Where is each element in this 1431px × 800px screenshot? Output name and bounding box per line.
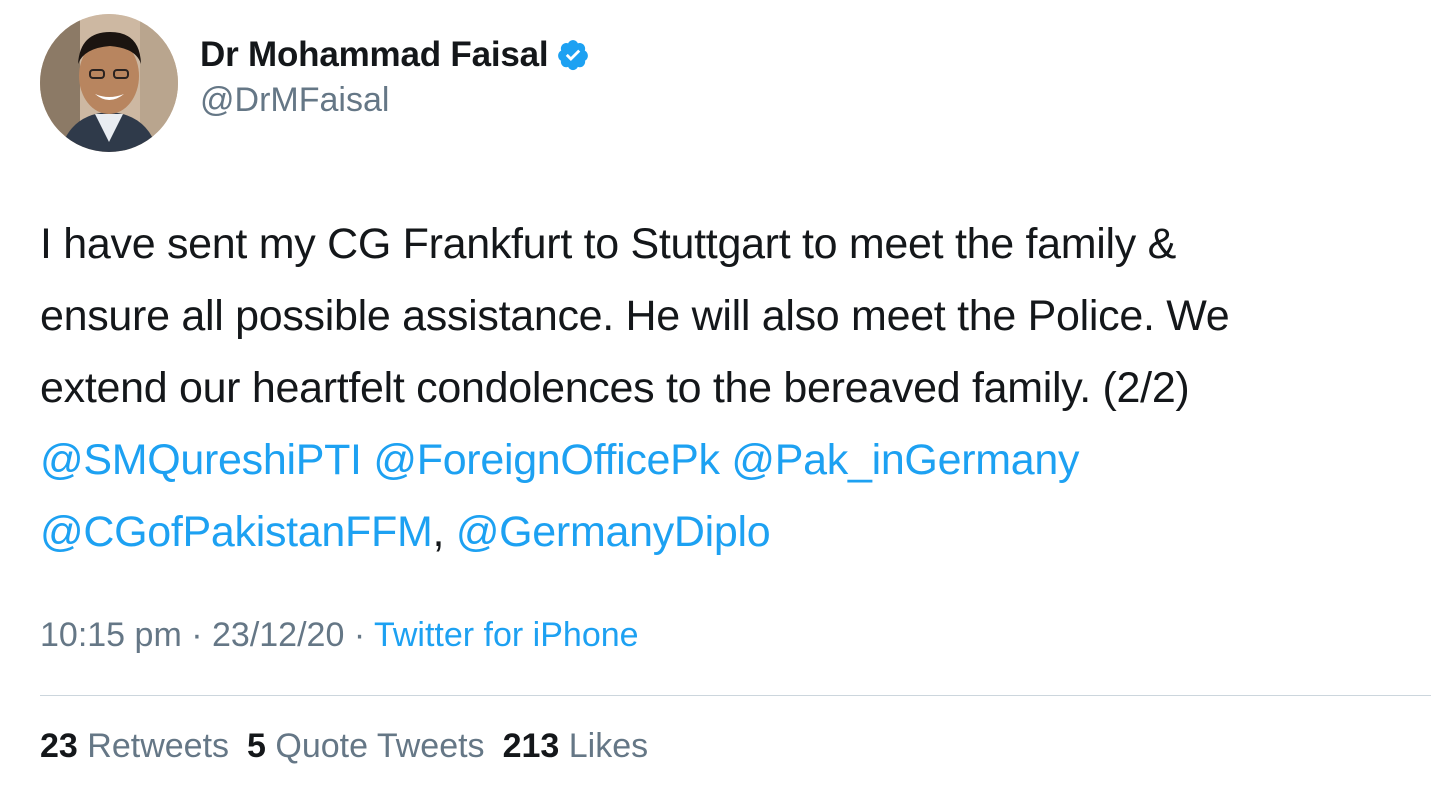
tweet-header: Dr Mohammad Faisal @DrMFaisal	[40, 14, 590, 152]
author-identity: Dr Mohammad Faisal @DrMFaisal	[200, 35, 590, 120]
author-handle[interactable]: @DrMFaisal	[200, 81, 590, 120]
tweet-text-line: extend our heartfelt condolences to the …	[40, 364, 1190, 412]
mentions-line: @SMQureshiPTI @ForeignOfficePk @Pak_inGe…	[40, 424, 1410, 496]
tweet-text: I have sent my CG Frankfurt to Stuttgart…	[40, 208, 1410, 568]
tweet-date[interactable]: 23/12/20	[212, 616, 344, 654]
tweet-text-line: I have sent my CG Frankfurt to Stuttgart…	[40, 220, 1176, 268]
likes-stat[interactable]: 213 Likes	[503, 727, 649, 766]
mention-separator: ,	[432, 508, 445, 556]
retweets-stat[interactable]: 23 Retweets	[40, 727, 229, 766]
name-row: Dr Mohammad Faisal	[200, 35, 590, 75]
retweets-count: 23	[40, 727, 78, 765]
mention-link[interactable]: @GermanyDiplo	[456, 508, 771, 556]
avatar-photo	[40, 14, 178, 152]
tweet-detail: Dr Mohammad Faisal @DrMFaisal I have sen…	[0, 0, 1431, 800]
mention-link[interactable]: @ForeignOfficePk	[373, 436, 720, 484]
likes-label: Likes	[568, 727, 649, 765]
tweet-meta: 10:15 pm · 23/12/20 · Twitter for iPhone	[40, 616, 639, 655]
tweet-stats: 23 Retweets 5 Quote Tweets 213 Likes	[40, 727, 666, 766]
author-display-name[interactable]: Dr Mohammad Faisal	[200, 35, 549, 75]
meta-separator: ·	[191, 616, 203, 654]
tweet-source-link[interactable]: Twitter for iPhone	[374, 616, 639, 654]
retweets-label: Retweets	[87, 727, 230, 765]
mention-link[interactable]: @Pak_inGermany	[731, 436, 1079, 484]
mention-link[interactable]: @CGofPakistanFFM	[40, 508, 433, 556]
quote-tweets-stat[interactable]: 5 Quote Tweets	[247, 727, 485, 766]
tweet-time[interactable]: 10:15 pm	[40, 616, 182, 654]
mention-link[interactable]: @SMQureshiPTI	[40, 436, 362, 484]
avatar[interactable]	[40, 14, 178, 152]
quote-tweets-count: 5	[247, 727, 266, 765]
mentions-line: @CGofPakistanFFM, @GermanyDiplo	[40, 496, 1410, 568]
likes-count: 213	[502, 727, 560, 765]
tweet-text-line: ensure all possible assistance. He will …	[40, 292, 1230, 340]
meta-separator: ·	[353, 616, 366, 654]
divider	[40, 695, 1431, 696]
quote-tweets-label: Quote Tweets	[275, 727, 485, 765]
verified-badge-icon	[556, 38, 590, 72]
